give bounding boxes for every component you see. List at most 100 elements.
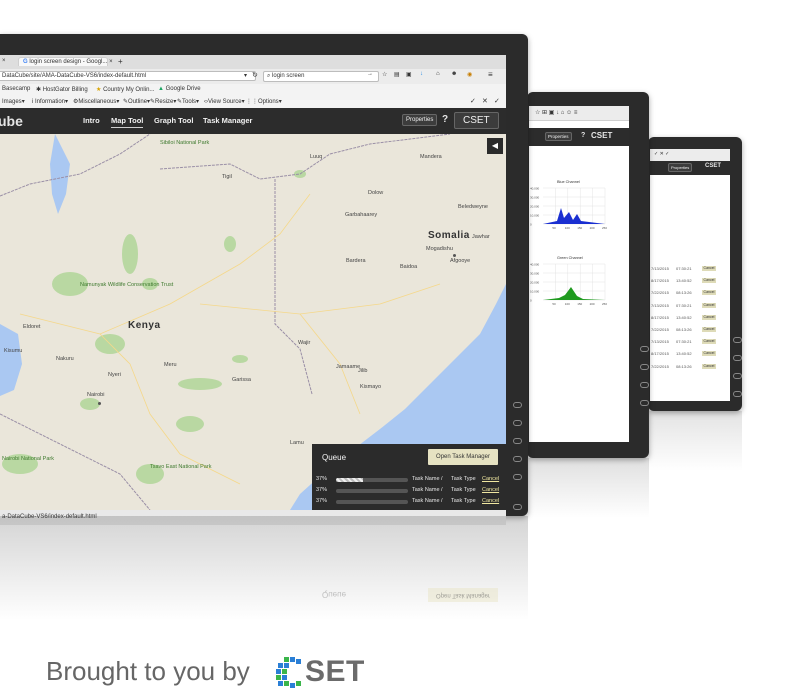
drive-icon: ▲ xyxy=(158,86,164,92)
tab-strip: × G login screen design - Googl... × + xyxy=(0,55,506,70)
close-icon[interactable]: ✕ xyxy=(482,97,488,105)
queue-row: 37% Task Name / Task Type Cancel xyxy=(316,486,502,496)
row-cancel-button[interactable]: Cancel xyxy=(702,351,716,357)
table-row: 7/22/2015 08:13:26 Cancel xyxy=(650,289,730,297)
bookmark-google-drive[interactable]: ▲ Google Drive xyxy=(158,86,201,92)
row-date: 8/17/2015 xyxy=(651,351,669,357)
cset-logo-text: SET xyxy=(305,655,365,688)
back-cset-logo: CSET xyxy=(705,163,722,169)
row-date: 8/17/2015 xyxy=(651,314,669,320)
nav-task-manager[interactable]: Task Manager xyxy=(203,116,252,125)
middle-properties-button[interactable]: Properties xyxy=(545,132,572,141)
search-value: login screen xyxy=(272,73,305,79)
bookmark-country[interactable]: ★ Country My Onlin... xyxy=(96,86,154,93)
address-bar[interactable]: DataCube/site/AMA-DataCube-VS6/index-def… xyxy=(0,71,256,81)
y-tick-label: 40,000 xyxy=(530,262,540,266)
back-properties-button[interactable]: Properties xyxy=(668,163,693,172)
chat-icon[interactable]: ☻ xyxy=(451,71,457,77)
middle-monitor-button xyxy=(640,382,649,388)
toolbar-options[interactable]: ⋮⋮Options▾ xyxy=(246,98,282,105)
search-go-icon[interactable]: → xyxy=(367,71,373,77)
close-tab-icon[interactable]: × xyxy=(2,58,6,64)
nav-map-tool[interactable]: Map Tool xyxy=(111,116,144,128)
open-task-manager-button[interactable]: Open Task Manager xyxy=(428,449,498,465)
row-cancel-button[interactable]: Cancel xyxy=(702,339,716,345)
tab-title: login screen design - Googl... xyxy=(29,59,108,65)
check-icon[interactable]: ✓ xyxy=(494,97,500,105)
row-cancel-button[interactable]: Cancel xyxy=(702,363,716,369)
map-marker-icon xyxy=(453,254,456,257)
y-tick-label: 10,000 xyxy=(530,289,540,293)
app-logo[interactable]: ube xyxy=(0,113,23,129)
city-label: Kismayo xyxy=(360,384,382,390)
queue-row-cancel-link[interactable]: Cancel xyxy=(482,498,499,504)
check-icon[interactable]: ✓ xyxy=(470,97,476,105)
middle-monitor-reflection xyxy=(527,458,649,518)
toolbar-outline[interactable]: ✎Outline▾ xyxy=(123,98,150,105)
toolbar-tools[interactable]: ✎Tools▾ xyxy=(177,98,199,105)
row-cancel-button[interactable]: Cancel xyxy=(702,327,716,332)
row-cancel-button[interactable]: Cancel xyxy=(702,278,716,284)
back-monitor: ✓ ✕ ✓ Properties CSET 7/13/2015 07:30:21 C… xyxy=(648,137,742,411)
queue-row-cancel-link[interactable]: Cancel xyxy=(482,487,499,493)
queue-row: 37% Task Name / Task Type Cancel xyxy=(316,497,502,507)
nav-intro[interactable]: Intro xyxy=(83,116,100,125)
toolbar-images[interactable]: Images▾ xyxy=(2,98,25,105)
queue-row-task-type: Task Type xyxy=(451,498,476,504)
x-tick-label: 150 xyxy=(577,302,582,306)
table-row: 7/13/2015 07:30:21 Cancel xyxy=(650,302,730,310)
toolbar-miscellaneous[interactable]: ⚙Miscellaneous▾ xyxy=(73,98,119,105)
map-marker-icon xyxy=(98,402,101,405)
city-label: Lamu xyxy=(290,440,304,446)
toolbar-view-source[interactable]: ‹›View Source▾ xyxy=(204,98,245,105)
queue-row-task-name: Task Name / xyxy=(412,487,443,493)
table-row: 8/17/2015 13:40:52 Cancel xyxy=(650,350,730,358)
cset-brand-button[interactable]: CSET xyxy=(454,112,499,129)
toolbar-information[interactable]: i Information▾ xyxy=(32,98,68,105)
middle-help-button[interactable]: ? xyxy=(581,132,585,139)
bookmark-hostgator[interactable]: ✱ HostGator Billing xyxy=(36,86,88,93)
extension-icon[interactable]: ◉ xyxy=(467,71,472,78)
dropdown-arrow-icon[interactable]: ▾ xyxy=(244,72,247,79)
row-cancel-button[interactable]: Cancel xyxy=(702,290,716,296)
y-tick-label: 40,000 xyxy=(530,186,540,190)
nav-graph-tool[interactable]: Graph Tool xyxy=(154,116,193,125)
city-label: Wajir xyxy=(298,340,311,346)
queue-row-cancel-link[interactable]: Cancel xyxy=(482,476,499,482)
park-label: Nairobi National Park xyxy=(2,456,54,462)
pocket-icon[interactable]: ▣ xyxy=(406,71,412,78)
caret-left-icon[interactable]: ◀ xyxy=(487,138,503,154)
front-monitor-reflection: Queue Open Task Manager xyxy=(0,516,528,626)
row-date: 8/17/2015 xyxy=(651,278,669,284)
city-label: Garissa xyxy=(232,377,251,383)
toolbar-resize[interactable]: ✎Resize▾ xyxy=(150,98,176,105)
reading-list-icon[interactable]: ▤ xyxy=(394,71,400,78)
help-button[interactable]: ? xyxy=(442,114,448,125)
row-cancel-button[interactable]: Cancel xyxy=(702,302,716,308)
row-cancel-button[interactable]: Cancel xyxy=(702,266,716,271)
download-icon[interactable]: ↓ xyxy=(420,71,423,77)
reload-icon[interactable]: ↻ xyxy=(252,71,258,79)
row-cancel-button[interactable]: Cancel xyxy=(702,314,716,320)
properties-button[interactable]: Properties xyxy=(402,114,438,126)
close-tab-icon[interactable]: × xyxy=(109,59,113,65)
reflection-gradient xyxy=(0,516,528,626)
tab-login-screen-design[interactable]: G login screen design - Googl... × xyxy=(18,57,113,66)
city-label: Mogadishu xyxy=(426,246,453,252)
x-tick-label: 100 xyxy=(565,302,570,306)
x-tick-label: 250 xyxy=(602,226,607,230)
menu-icon[interactable]: ≡ xyxy=(488,70,493,79)
search-input[interactable]: ⌕ login screen xyxy=(263,71,379,82)
park-label: Namunyak Wildlife Conservation Trust xyxy=(80,282,174,288)
new-tab-icon[interactable]: + xyxy=(118,57,123,66)
back-monitor-reflection xyxy=(648,411,742,471)
middle-browser-toolbar: ☆ ⊞ ▣ ↓ ⌂ ☺ ≡ xyxy=(529,106,629,121)
back-monitor-button xyxy=(733,337,742,343)
city-label: Tigil xyxy=(222,174,232,180)
front-monitor-button xyxy=(513,438,522,444)
queue-row-progress xyxy=(336,489,408,493)
home-icon[interactable]: ⌂ xyxy=(436,71,440,77)
bookmark-basecamp[interactable]: Basecamp xyxy=(2,86,30,92)
power-button xyxy=(513,504,522,510)
bookmark-star-icon[interactable]: ☆ xyxy=(382,71,387,78)
